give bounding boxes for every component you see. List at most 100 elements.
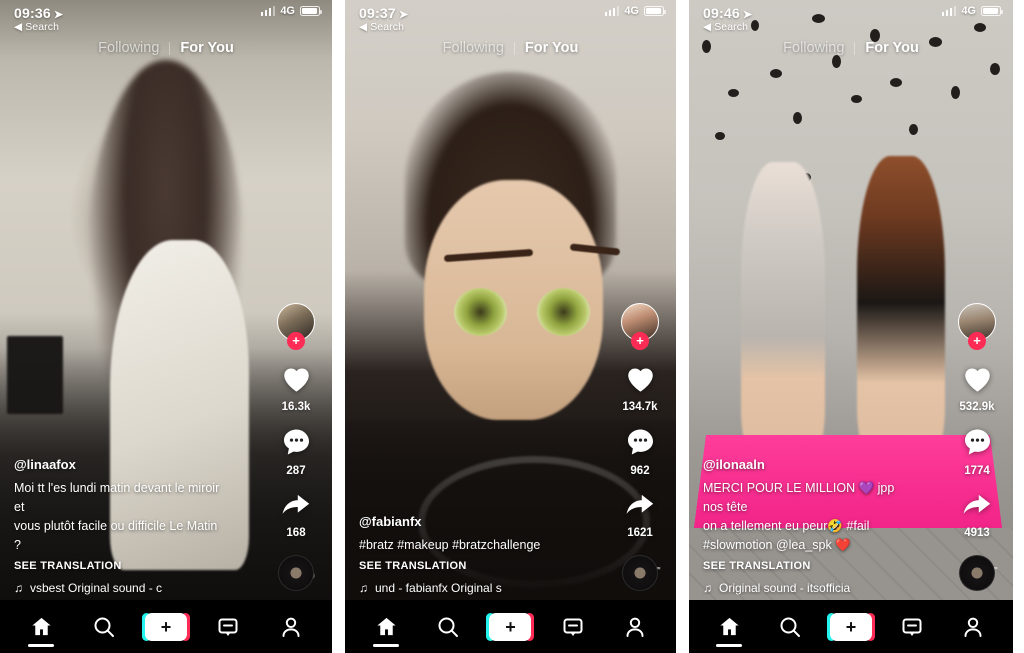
create-plus-icon[interactable]: + (144, 612, 187, 641)
tab-following[interactable]: Following (98, 40, 159, 56)
sound-title[interactable]: vsbest Original sound - c (30, 581, 162, 595)
follow-button[interactable]: + (631, 332, 649, 350)
status-bar-1: 09:36 ➤ ◀ Search 4G (0, 0, 332, 33)
like-count: 16.3k (281, 401, 311, 413)
author-avatar-wrap[interactable]: + (277, 303, 315, 350)
feed-tabs-3: Following For You (689, 40, 1013, 56)
nav-home[interactable] (18, 605, 64, 649)
sound-title[interactable]: und - fabianfx Original s (375, 581, 502, 595)
tab-divider (854, 41, 856, 55)
create-button[interactable]: + (826, 612, 875, 641)
network-type-label: 4G (624, 5, 639, 17)
share-action[interactable]: 168 (280, 491, 313, 539)
see-translation-button[interactable]: SEE TRANSLATION (703, 560, 907, 572)
caption-line: MERCI POUR LE MILLION 💜 jpp nos tête (703, 481, 895, 514)
author-username[interactable]: @ilonaaln (703, 457, 907, 472)
tab-following[interactable]: Following (783, 40, 844, 56)
person-icon (282, 617, 300, 637)
home-icon (32, 617, 51, 636)
author-username[interactable]: @fabianfx (359, 514, 568, 529)
back-to-search-link[interactable]: ◀ Search (703, 21, 752, 33)
tab-for-you[interactable]: For You (865, 40, 918, 56)
heart-icon[interactable] (961, 363, 994, 398)
caption-block-1: @linaafox Moi tt l'es lundi matin devant… (14, 457, 223, 595)
heart-icon[interactable] (624, 363, 657, 398)
see-translation-button[interactable]: SEE TRANSLATION (359, 560, 568, 572)
author-username[interactable]: @linaafox (14, 457, 223, 472)
nav-create[interactable]: + (826, 605, 875, 649)
share-arrow-icon[interactable] (961, 491, 994, 524)
sound-disc-icon[interactable] (959, 555, 995, 591)
nav-profile[interactable] (268, 605, 314, 649)
comment-action[interactable]: 962 (625, 427, 656, 477)
create-button[interactable]: + (486, 612, 535, 641)
share-action[interactable]: 4913 (961, 491, 994, 539)
nav-create[interactable]: + (486, 605, 535, 649)
like-action[interactable]: 16.3k (280, 363, 313, 413)
share-count: 4913 (964, 527, 990, 539)
create-plus-icon[interactable]: + (489, 612, 532, 641)
follow-button[interactable]: + (287, 332, 305, 350)
video-scene-object (536, 288, 590, 336)
comment-count: 1774 (964, 465, 990, 477)
nav-inbox[interactable] (205, 605, 251, 649)
sound-disc-icon[interactable] (622, 555, 658, 591)
comment-icon[interactable] (625, 427, 656, 462)
action-rail-3: + 532.9k 1774 4913 (950, 303, 1004, 591)
active-indicator (373, 644, 400, 647)
tab-for-you[interactable]: For You (180, 40, 233, 56)
nav-profile[interactable] (950, 605, 996, 649)
status-bar-3: 09:46 ➤ ◀ Search 4G (689, 0, 1013, 33)
create-button[interactable]: + (141, 612, 190, 641)
nav-profile[interactable] (612, 605, 658, 649)
back-to-search-link[interactable]: ◀ Search (14, 21, 63, 33)
location-arrow-icon: ➤ (742, 9, 753, 21)
like-action[interactable]: 134.7k (622, 363, 658, 413)
tab-following[interactable]: Following (443, 40, 504, 56)
tiktok-screen-1: 09:36➤ ◀ Search 4G Following For You + (0, 0, 332, 653)
active-indicator (28, 644, 55, 647)
tab-for-you[interactable]: For You (525, 40, 578, 56)
home-icon (376, 617, 396, 636)
share-action[interactable]: 1621 (624, 491, 657, 539)
nav-home[interactable] (363, 605, 409, 649)
back-to-search-link[interactable]: ◀ Search (359, 21, 408, 33)
nav-inbox[interactable] (550, 605, 596, 649)
nav-discover[interactable] (81, 605, 127, 649)
comment-action[interactable]: 287 (281, 427, 312, 477)
nav-discover[interactable] (425, 605, 471, 649)
nav-home[interactable] (706, 605, 752, 649)
nav-create[interactable]: + (141, 605, 190, 649)
search-icon (780, 617, 801, 637)
like-action[interactable]: 532.9k (959, 363, 995, 413)
nav-inbox[interactable] (889, 605, 935, 649)
action-rail-2: + 134.7k 962 1621 (613, 303, 667, 591)
search-icon (94, 617, 114, 637)
home-icon (720, 617, 739, 636)
tiktok-screen-2: 09:37➤ ◀ Search 4G Following For You + (345, 0, 676, 653)
see-translation-button[interactable]: SEE TRANSLATION (14, 560, 223, 572)
sound-disc-icon[interactable] (278, 555, 314, 591)
comment-icon[interactable] (962, 427, 993, 462)
sound-row[interactable]: ♫ Original sound - itsofficia (703, 581, 907, 595)
heart-icon[interactable] (280, 363, 313, 398)
caption-line: on a tellement eu peur🤣 #fail (703, 519, 870, 533)
network-type-label: 4G (961, 5, 976, 17)
sound-title[interactable]: Original sound - itsofficia (719, 581, 850, 595)
sound-row[interactable]: ♫ vsbest Original sound - c (14, 581, 223, 595)
create-plus-icon[interactable]: + (829, 612, 872, 641)
person-icon (964, 617, 982, 637)
status-time: 09:46 ➤ (703, 5, 753, 21)
battery-icon (644, 6, 666, 16)
nav-discover[interactable] (767, 605, 813, 649)
follow-button[interactable]: + (968, 332, 986, 350)
share-arrow-icon[interactable] (280, 491, 313, 524)
comment-icon[interactable] (281, 427, 312, 462)
comment-action[interactable]: 1774 (962, 427, 993, 477)
author-avatar-wrap[interactable]: + (621, 303, 659, 350)
share-arrow-icon[interactable] (624, 491, 657, 524)
network-type-label: 4G (280, 5, 295, 17)
sound-row[interactable]: ♫ und - fabianfx Original s (359, 581, 568, 595)
screen-gap (676, 0, 689, 653)
author-avatar-wrap[interactable]: + (958, 303, 996, 350)
